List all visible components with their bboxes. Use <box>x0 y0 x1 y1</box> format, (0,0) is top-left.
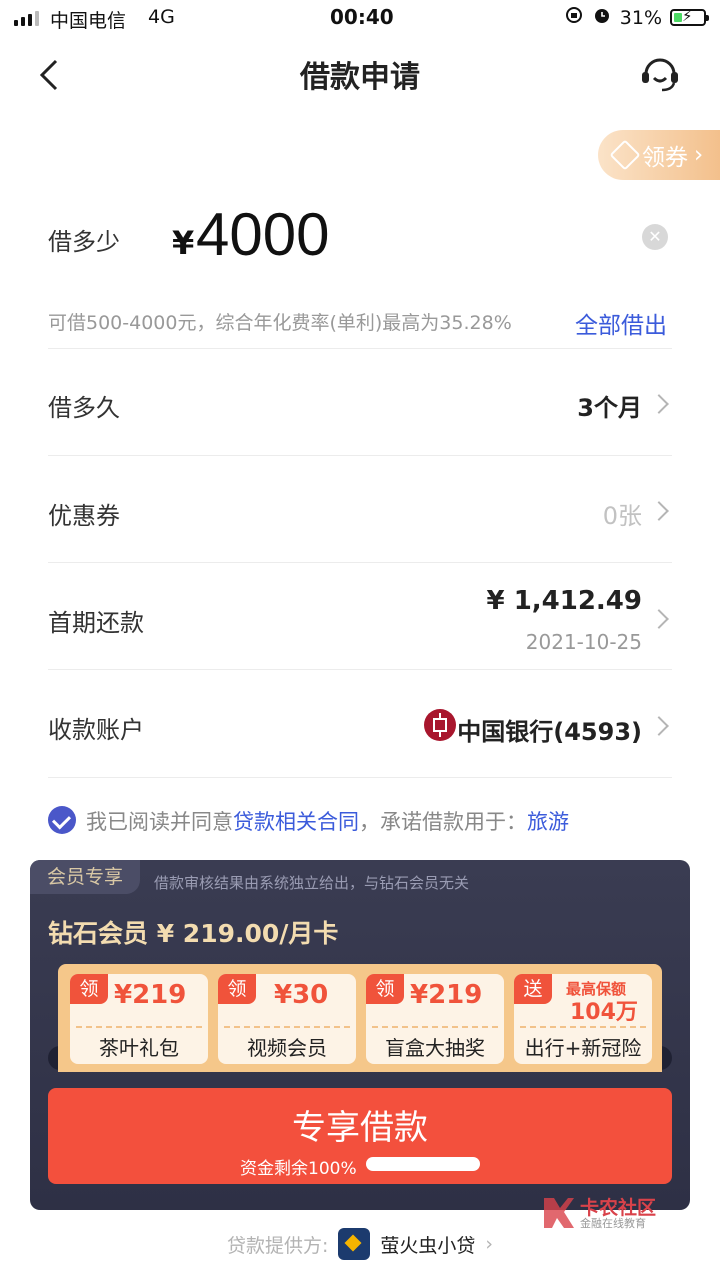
benefit-name: 盲盒大抽奖 <box>385 1036 485 1060</box>
get-coupon-label: 领券 <box>642 145 688 171</box>
first-payment-label: 首期还款 <box>48 609 144 637</box>
cta-label: 专享借款 <box>292 1108 428 1148</box>
chevron-right-icon: › <box>485 1233 494 1255</box>
benefit-badge: 领 <box>218 974 256 1004</box>
agreement-text: 我已阅读并同意贷款相关合同，承诺借款用于：旅游 <box>86 806 569 836</box>
benefit-badge: 领 <box>366 974 404 1004</box>
member-title[interactable]: 钻石会员 ¥ 219.00/月卡 <box>48 914 338 950</box>
loan-purpose-link[interactable]: 旅游 <box>527 810 569 834</box>
benefit-badge: 送 <box>514 974 552 1004</box>
term-label: 借多久 <box>48 394 120 422</box>
benefit-name: 视频会员 <box>247 1036 327 1060</box>
firefly-logo-icon <box>338 1228 371 1260</box>
account-value: 中国银行(4593) <box>457 718 642 746</box>
benefit-name: 茶叶礼包 <box>99 1036 179 1060</box>
benefit-price: ¥219 <box>114 980 187 1010</box>
funds-remaining-bar <box>366 1157 480 1171</box>
borrow-all-link[interactable]: 全部借出 <box>575 306 667 340</box>
funds-remaining-label: 资金剩余100% <box>240 1159 357 1179</box>
contract-link[interactable]: 贷款相关合同 <box>233 810 359 834</box>
benefit-insurance[interactable]: 送 最高保额 104万 出行+新冠险 <box>514 974 652 1064</box>
watermark-icon <box>544 1198 574 1228</box>
term-value: 3个月 <box>577 394 642 422</box>
first-payment-date: 2021-10-25 <box>525 630 642 654</box>
bank-of-china-logo-icon <box>424 709 456 741</box>
headset-icon <box>642 58 678 92</box>
battery-percent: 31% <box>619 6 662 29</box>
agreement-middle: ，承诺借款用于： <box>359 810 527 834</box>
amount-input[interactable]: 4000 <box>196 200 329 269</box>
benefit-blindbox[interactable]: 领 ¥219 盲盒大抽奖 <box>366 974 504 1064</box>
customer-service-button[interactable] <box>636 52 684 96</box>
clear-amount-button[interactable]: ✕ <box>642 224 668 250</box>
account-label: 收款账户 <box>48 716 144 744</box>
agree-checkbox[interactable] <box>48 806 76 834</box>
member-tag: 会员专享 <box>30 860 140 894</box>
battery-icon: ⚡ <box>670 7 709 26</box>
benefit-name: 出行+新冠险 <box>524 1036 642 1060</box>
amount-hint: 可借500-4000元，综合年化费率(单利)最高为35.28% <box>48 312 512 334</box>
chevron-right-icon: › <box>694 142 704 168</box>
benefit-price: ¥219 <box>410 980 483 1010</box>
divider <box>48 777 672 778</box>
benefit-badge: 领 <box>70 974 108 1004</box>
network-type: 4G <box>148 6 175 28</box>
ticket-icon <box>609 139 641 171</box>
status-bar: 中国电信 4G 00:40 31% ⚡ <box>0 0 720 36</box>
status-time: 00:40 <box>330 5 394 29</box>
get-coupon-button[interactable]: 领券 › <box>598 130 720 180</box>
page-title: 借款申请 <box>300 60 420 95</box>
carrier-name: 中国电信 <box>50 10 127 32</box>
rotation-lock-icon <box>564 5 584 30</box>
signal-icon <box>14 11 39 26</box>
currency-symbol: ¥ <box>172 224 195 262</box>
amount-label: 借多少 <box>48 228 120 256</box>
benefit-tea[interactable]: 领 ¥219 茶叶礼包 <box>70 974 208 1064</box>
benefit-video[interactable]: 领 ¥30 视频会员 <box>218 974 356 1064</box>
status-right: 31% ⚡ <box>564 5 709 30</box>
close-icon: ✕ <box>648 227 662 246</box>
member-note: 借款审核结果由系统独立给出，与钻石会员无关 <box>154 874 470 892</box>
provider-label: 贷款提供方: <box>226 1234 329 1257</box>
first-payment-amount: ¥ 1,412.49 <box>486 586 642 616</box>
loan-provider[interactable]: 贷款提供方: 萤火虫小贷 › <box>0 1228 720 1260</box>
alarm-icon <box>592 5 612 30</box>
provider-name: 萤火虫小贷 <box>380 1234 476 1257</box>
coupon-value: 0张 <box>602 502 642 530</box>
coupon-label: 优惠券 <box>48 502 120 530</box>
benefit-line2: 104万 <box>570 1000 638 1025</box>
benefit-price: ¥30 <box>274 980 329 1010</box>
agreement-prefix: 我已阅读并同意 <box>86 810 233 834</box>
